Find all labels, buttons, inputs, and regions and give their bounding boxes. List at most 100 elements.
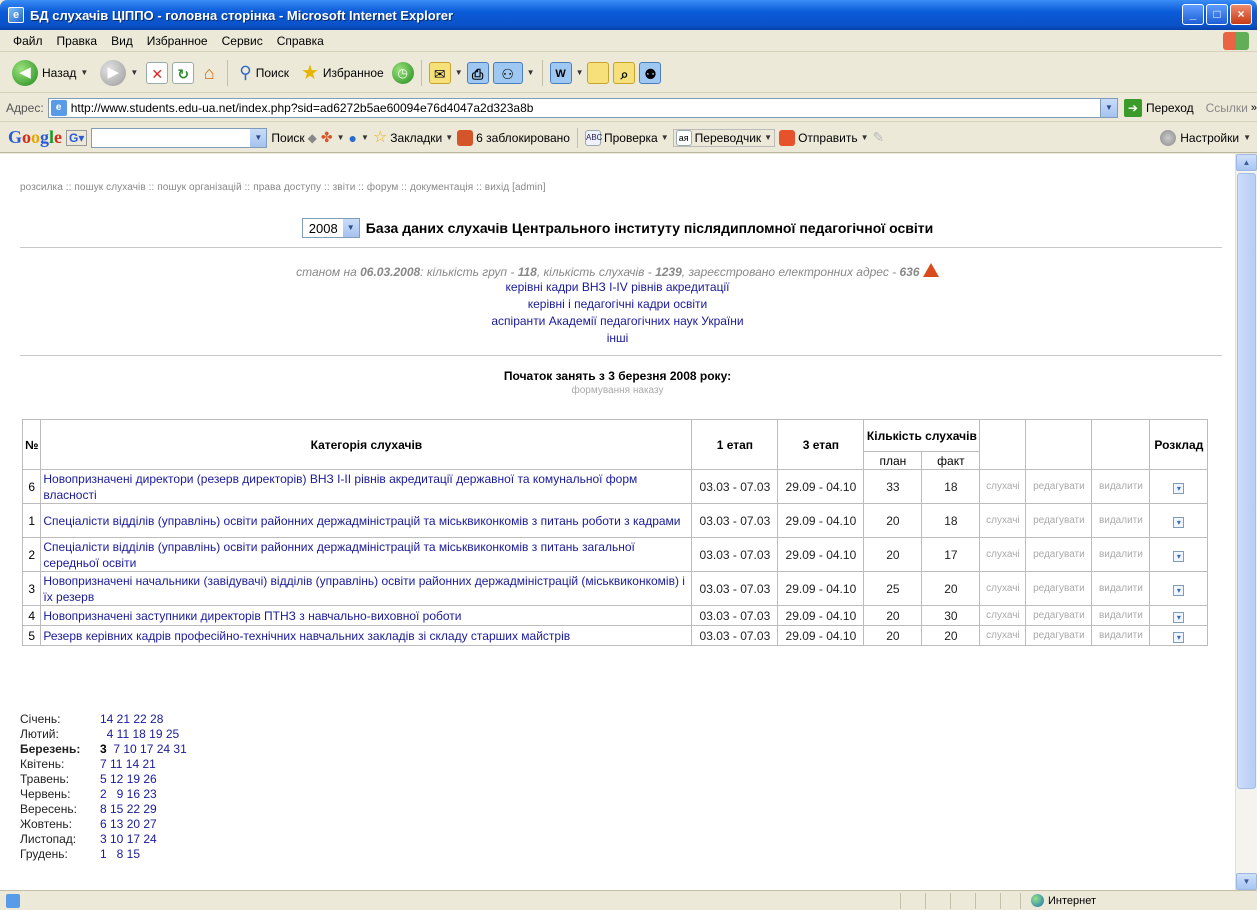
history-icon[interactable]: ◷: [391, 61, 414, 84]
home-icon[interactable]: ⌂: [198, 62, 220, 84]
minimize-button[interactable]: _: [1182, 4, 1204, 25]
google-settings-button[interactable]: Настройки ▼: [1160, 129, 1251, 146]
calendar-days[interactable]: 3 10 17 24: [100, 832, 157, 847]
menu-edit[interactable]: Правка: [50, 34, 105, 48]
edit-link[interactable]: редагувати: [1025, 571, 1093, 606]
popup-blocker-button[interactable]: 6 заблокировано: [457, 129, 570, 146]
calendar-days[interactable]: 2 9 16 23: [100, 787, 157, 802]
schedule-icon[interactable]: ▾: [1173, 482, 1185, 494]
edit-link[interactable]: редагувати: [1025, 605, 1093, 626]
google-search-input[interactable]: ▼: [91, 127, 268, 148]
bookmarks-button[interactable]: ☆ Закладки ▼: [373, 129, 453, 146]
calendar-days[interactable]: 1 8 15: [100, 847, 140, 862]
delete-link[interactable]: видалити: [1091, 605, 1151, 626]
scroll-thumb[interactable]: [1237, 173, 1256, 789]
category-link[interactable]: аспіранти Академії педагогічних наук Укр…: [491, 314, 743, 328]
edit-link[interactable]: редагувати: [1025, 469, 1093, 504]
calendar-days[interactable]: 7 11 14 21: [100, 757, 156, 772]
messenger-icon[interactable]: ⚇: [492, 61, 523, 84]
scroll-up-icon[interactable]: ▲: [1236, 154, 1257, 171]
category-link[interactable]: Новопризначені заступники директорів ПТН…: [43, 609, 461, 623]
category-link[interactable]: Новопризначені начальники (завідувачі) в…: [43, 574, 685, 604]
google-search-button[interactable]: Поиск ◆: [271, 131, 317, 145]
send-button[interactable]: Отправить ▼: [779, 129, 869, 146]
word-icon[interactable]: W: [549, 61, 572, 84]
menu-favorites[interactable]: Избранное: [140, 34, 215, 48]
links-chevron-icon[interactable]: »: [1251, 102, 1257, 114]
schedule-icon[interactable]: ▾: [1173, 550, 1185, 562]
delete-link[interactable]: видалити: [1091, 571, 1151, 606]
delete-link[interactable]: видалити: [1091, 537, 1151, 572]
category-link[interactable]: Спеціалісти відділів (управлінь) освіти …: [43, 540, 634, 570]
notes-icon[interactable]: [587, 61, 610, 84]
category-link[interactable]: керівні кадри ВНЗ І-IV рівнів акредитаці…: [506, 280, 730, 294]
category-link[interactable]: Спеціалісти відділів (управлінь) освіти …: [43, 514, 680, 528]
delete-link[interactable]: видалити: [1091, 469, 1151, 504]
back-button[interactable]: ◀ Назад ▼: [8, 58, 92, 88]
mail-icon[interactable]: ✉: [428, 61, 451, 84]
nav-item[interactable]: права доступу: [253, 182, 321, 193]
category-link[interactable]: інші: [607, 331, 629, 345]
maximize-button[interactable]: □: [1206, 4, 1228, 25]
scroll-down-icon[interactable]: ▼: [1236, 873, 1257, 890]
refresh-icon[interactable]: ↻: [172, 61, 195, 84]
nav-item[interactable]: пошук слухачів: [74, 182, 145, 193]
nav-item[interactable]: вихід [admin]: [485, 182, 546, 193]
contacts-icon[interactable]: ⚉: [639, 61, 662, 84]
research-icon[interactable]: ⌕: [613, 61, 636, 84]
calendar-days[interactable]: 7 10 17 24 31: [107, 742, 186, 757]
forward-button[interactable]: ▶ ▼: [96, 58, 142, 88]
calendar-days[interactable]: 6 13 20 27: [100, 817, 157, 832]
mail-dropdown-icon[interactable]: ▼: [455, 68, 463, 77]
menu-tools[interactable]: Сервис: [215, 34, 270, 48]
links-button[interactable]: Ссылки: [1206, 101, 1248, 115]
spellcheck-button[interactable]: ABC Проверка ▼: [584, 129, 669, 146]
speech-dropdown-icon[interactable]: ▼: [361, 133, 369, 142]
warning-icon[interactable]: [922, 263, 939, 277]
nav-item[interactable]: розсилка: [20, 182, 63, 193]
edit-link[interactable]: редагувати: [1025, 503, 1093, 538]
search-button[interactable]: ⚲ Поиск: [235, 61, 293, 85]
listeners-link[interactable]: слухачі: [979, 503, 1027, 538]
translator-button[interactable]: aя Переводчик ▼: [672, 128, 776, 147]
go-button[interactable]: ➔ Переход: [1123, 98, 1194, 117]
print-icon[interactable]: ⎙: [466, 61, 489, 84]
stop-icon[interactable]: ✕: [146, 61, 169, 84]
schedule-icon[interactable]: ▾: [1173, 631, 1185, 643]
nav-item[interactable]: пошук організацій: [157, 182, 241, 193]
favorites-button[interactable]: ★ Избранное: [297, 58, 388, 87]
menu-help[interactable]: Справка: [270, 34, 331, 48]
calendar-days[interactable]: 14 21 22 28: [100, 712, 163, 727]
edit-link[interactable]: редагувати: [1025, 537, 1093, 572]
listeners-link[interactable]: слухачі: [979, 605, 1027, 626]
listeners-link[interactable]: слухачі: [979, 469, 1027, 504]
schedule-icon[interactable]: ▾: [1173, 584, 1185, 596]
nav-item[interactable]: документація: [410, 182, 473, 193]
menu-view[interactable]: Вид: [104, 34, 140, 48]
edit-link[interactable]: редагувати: [1025, 625, 1093, 646]
puzzle-dropdown-icon[interactable]: ▼: [337, 133, 345, 142]
puzzle-icon[interactable]: ✤: [321, 129, 333, 146]
google-g-button-icon[interactable]: G▾: [66, 129, 88, 146]
category-link[interactable]: Резерв керівних кадрів професійно-техніч…: [43, 629, 570, 643]
pencil-icon[interactable]: ✎: [873, 129, 885, 146]
word-dropdown-icon[interactable]: ▼: [576, 68, 584, 77]
category-link[interactable]: керівні і педагогічні кадри освіти: [528, 297, 708, 311]
address-dropdown-icon[interactable]: ▼: [1099, 98, 1117, 117]
category-link[interactable]: Новопризначені директори (резерв директо…: [43, 472, 637, 502]
delete-link[interactable]: видалити: [1091, 625, 1151, 646]
calendar-days[interactable]: 5 12 19 26: [100, 772, 157, 787]
listeners-link[interactable]: слухачі: [979, 571, 1027, 606]
speech-icon[interactable]: ●: [349, 130, 357, 146]
messenger-dropdown-icon[interactable]: ▼: [527, 68, 535, 77]
listeners-link[interactable]: слухачі: [979, 537, 1027, 572]
year-dropdown-icon[interactable]: ▼: [342, 219, 359, 237]
calendar-days[interactable]: 8 15 22 29: [100, 802, 157, 817]
calendar-days[interactable]: 4 11 18 19 25: [100, 727, 180, 742]
schedule-icon[interactable]: ▾: [1173, 516, 1185, 528]
vertical-scrollbar[interactable]: ▲ ▼: [1235, 154, 1257, 890]
menu-file[interactable]: Файл: [6, 34, 50, 48]
delete-link[interactable]: видалити: [1091, 503, 1151, 538]
year-select[interactable]: 2008 ▼: [301, 218, 360, 238]
nav-item[interactable]: звіти: [333, 182, 356, 193]
